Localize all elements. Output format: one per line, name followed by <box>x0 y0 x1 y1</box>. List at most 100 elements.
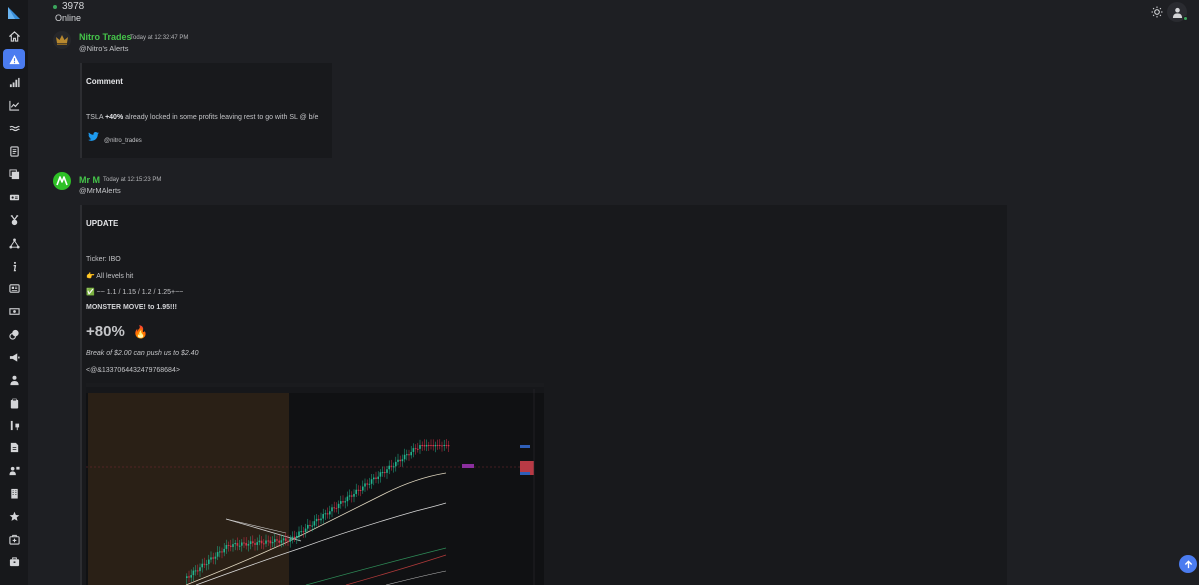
sidebar-item-portfolio[interactable] <box>3 551 25 571</box>
candle-body <box>269 540 272 544</box>
coins-icon <box>8 329 19 340</box>
candle-body <box>190 575 192 578</box>
candle-body <box>346 496 349 502</box>
building-icon <box>10 488 18 499</box>
candle-body <box>430 445 432 446</box>
candle-body <box>289 538 291 542</box>
sidebar-item-home[interactable] <box>3 26 25 46</box>
candle-body <box>357 489 360 491</box>
sidebar-item-clipboard[interactable] <box>3 393 25 413</box>
logo-icon[interactable] <box>6 5 22 21</box>
candle-body <box>406 454 408 456</box>
sidebar-item-awards[interactable] <box>3 210 25 230</box>
sidebar-item-coins[interactable] <box>3 324 25 344</box>
user-tie-icon <box>9 375 19 385</box>
candle-body <box>395 461 397 467</box>
alert-icon <box>8 54 20 64</box>
clipboard-icon <box>10 398 18 409</box>
candle-body <box>197 570 199 572</box>
candle-body <box>280 540 283 543</box>
arrow-up-icon <box>1184 559 1192 568</box>
message-timestamp: Today at 12:15:23 PM <box>103 177 162 183</box>
sidebar-item-mentors[interactable] <box>3 370 25 390</box>
sidebar-item-health[interactable] <box>3 529 25 549</box>
user-avatar[interactable] <box>1167 2 1188 22</box>
candle-body <box>236 543 239 546</box>
book-icon <box>9 145 19 157</box>
embed-body-suffix: already locked in some profits leaving r… <box>123 114 319 121</box>
sidebar-item-documents[interactable] <box>3 437 25 457</box>
candle-body <box>403 454 406 460</box>
candle-body <box>267 540 269 542</box>
author-avatar[interactable] <box>53 31 71 49</box>
online-label: Online <box>55 13 82 23</box>
sidebar-item-info[interactable] <box>3 256 25 276</box>
candle-body <box>423 445 426 447</box>
sidebar-item-favorites[interactable] <box>3 506 25 526</box>
scroll-to-top-button[interactable] <box>1179 555 1197 573</box>
candle-body <box>412 448 415 452</box>
candle-body <box>227 545 230 547</box>
candle-body <box>219 551 221 553</box>
embed-body: TSLA +40% already locked in some profits… <box>86 114 318 121</box>
candle-body <box>298 531 300 536</box>
author-name[interactable]: Nitro Trades <box>79 32 132 42</box>
sidebar-item-money[interactable] <box>3 301 25 321</box>
candle-body <box>408 454 410 456</box>
author-avatar[interactable] <box>53 172 71 190</box>
sidebar-item-companies[interactable] <box>3 483 25 503</box>
candle-body <box>401 459 404 462</box>
candle-body <box>417 448 419 450</box>
candle-body <box>386 469 388 473</box>
sidebar-item-flow[interactable] <box>3 118 25 138</box>
candle-body <box>322 514 324 519</box>
candle-body <box>241 542 243 546</box>
candle-body <box>274 539 276 543</box>
embed-role-mention[interactable]: <@&1337064432479768684> <box>86 367 180 374</box>
candle-body <box>225 545 228 549</box>
embed-targets: ✅ ~~ 1.1 / 1.15 / 1.2 / 1.25+~~ <box>86 289 184 296</box>
sidebar-item-library[interactable] <box>3 141 25 161</box>
candle-body <box>245 542 247 546</box>
medkit-icon <box>8 534 20 545</box>
candle-body <box>397 459 399 462</box>
candle-body <box>414 448 417 450</box>
candle-body <box>390 465 393 467</box>
twitter-icon[interactable] <box>88 132 99 141</box>
briefcase-icon <box>9 556 19 566</box>
candle-body <box>201 563 203 568</box>
candle-body <box>379 472 382 477</box>
candle-body <box>265 540 267 544</box>
sidebar-item-charts[interactable] <box>3 95 25 115</box>
sidebar-item-webinars[interactable] <box>3 460 25 480</box>
sidebar-item-copy[interactable] <box>3 164 25 184</box>
chart-screenshot-image[interactable] <box>86 383 544 585</box>
candle-body <box>205 564 208 566</box>
sidebar-item-alerts[interactable] <box>3 49 25 69</box>
sidebar-item-news[interactable] <box>3 278 25 298</box>
candle-body <box>186 576 188 578</box>
author-name[interactable]: Mr M <box>79 175 100 185</box>
mrm-logo-icon <box>56 176 68 186</box>
candle-body <box>258 540 261 543</box>
candle-body <box>425 445 428 447</box>
candle-body <box>370 479 373 484</box>
sidebar-item-stats[interactable] <box>3 72 25 92</box>
candle-body <box>300 531 302 533</box>
sun-icon[interactable] <box>1151 6 1163 18</box>
big-percent-value: +80% <box>86 323 125 340</box>
sidebar-item-network[interactable] <box>3 233 25 253</box>
sidebar <box>0 0 28 585</box>
online-status-dot <box>53 4 57 9</box>
sidebar-item-tickets[interactable] <box>3 187 25 207</box>
embed-body-highlight: +40% <box>105 114 124 121</box>
candle-body <box>364 483 366 487</box>
candle-body <box>388 465 390 470</box>
candle-body <box>392 466 395 468</box>
candle-body <box>375 477 377 479</box>
embed-footer-handle[interactable]: @nitro_trades <box>104 138 142 144</box>
candle-body <box>342 501 344 503</box>
sidebar-item-announcements[interactable] <box>3 347 25 367</box>
embed-monster-move: MONSTER MOVE! to 1.95!!! <box>86 304 178 311</box>
sidebar-item-tools[interactable] <box>3 415 25 435</box>
